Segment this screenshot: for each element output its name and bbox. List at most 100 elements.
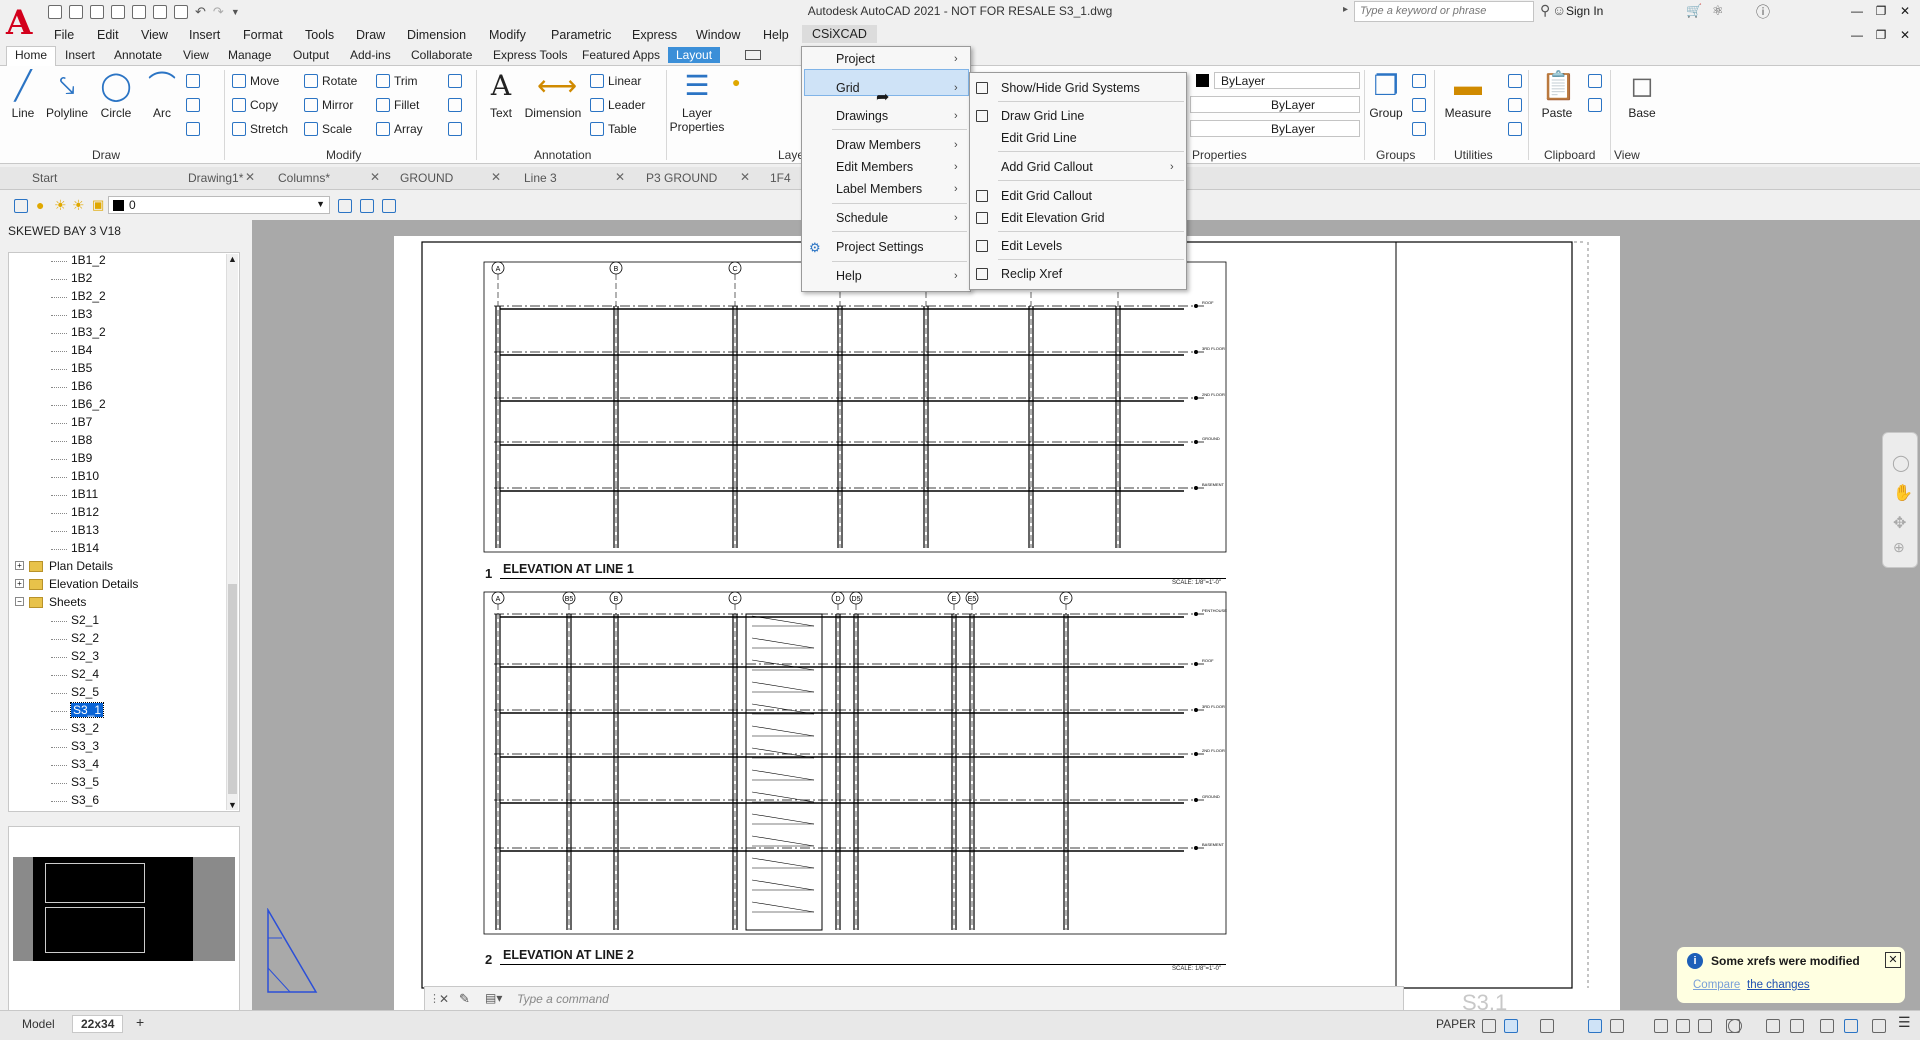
quick-select-tool[interactable] (1508, 74, 1522, 88)
tree-item[interactable]: 1B9 (71, 451, 92, 465)
customize-icon[interactable]: ✎ (459, 991, 470, 1007)
tree-sheet-item[interactable]: S2_4 (71, 667, 99, 681)
doc-restore-icon[interactable]: ❐ (1872, 28, 1890, 42)
pan-icon[interactable]: ✋ (1893, 483, 1913, 503)
menu-insert[interactable]: Insert (189, 28, 220, 42)
tree-item[interactable]: 1B8 (71, 433, 92, 447)
tab-output[interactable]: Output (293, 48, 329, 62)
tree-item[interactable]: 1B4 (71, 343, 92, 357)
move-button[interactable]: Move (232, 74, 279, 88)
tree-sheet-item[interactable]: S3_6 (71, 793, 99, 807)
menu-view[interactable]: View (141, 28, 168, 42)
xref-notification-icon[interactable] (1844, 1019, 1858, 1033)
tree-sheet-item[interactable]: S3_3 (71, 739, 99, 753)
tree-item[interactable]: 1B12 (71, 505, 99, 519)
autocad-logo-icon[interactable]: A (6, 4, 34, 42)
menu-parametric[interactable]: Parametric (551, 28, 611, 42)
changes-link[interactable]: the changes (1747, 979, 1810, 991)
draw-panel-title[interactable]: Draw (92, 148, 120, 162)
submenu-draw-grid-line[interactable]: Draw Grid Line (1001, 109, 1084, 123)
doc-tab-line3[interactable]: Line 3 (524, 171, 557, 185)
ortho-icon[interactable] (1540, 1019, 1554, 1033)
scale-button[interactable]: Scale (304, 122, 352, 136)
grid-display-icon[interactable] (1482, 1019, 1496, 1033)
rotate-button[interactable]: Rotate (304, 74, 357, 88)
tree-sheet-item[interactable]: S3_2 (71, 721, 99, 735)
sign-in-button[interactable]: Sign In (1566, 4, 1603, 18)
snap-mode-icon[interactable] (1504, 1019, 1518, 1033)
lineweight-dropdown[interactable]: ByLayer (1190, 120, 1360, 137)
tree-item[interactable]: 1B5 (71, 361, 92, 375)
tree-sheet-item[interactable]: S2_3 (71, 649, 99, 663)
array-button[interactable]: Array (376, 122, 423, 136)
tab-manage[interactable]: Manage (228, 48, 271, 62)
tree-item[interactable]: 1B10 (71, 469, 99, 483)
select-all-tool[interactable] (1508, 98, 1522, 112)
copy-button[interactable]: Copy (232, 98, 278, 112)
doc-tab-ground[interactable]: GROUND (400, 171, 453, 185)
annotation-scale-icon[interactable] (1676, 1019, 1690, 1033)
units-icon[interactable] (1790, 1019, 1804, 1033)
command-input[interactable]: Type a command (517, 992, 609, 1006)
tree-sheet-item[interactable]: S2_2 (71, 631, 99, 645)
close-icon[interactable]: ✕ (615, 170, 625, 184)
collapse-icon[interactable]: − (15, 597, 24, 606)
tree-item[interactable]: 1B11 (71, 487, 98, 501)
menu-draw[interactable]: Draw (356, 28, 385, 42)
layer-properties-button[interactable]: ☰ Layer Properties (668, 70, 726, 134)
submenu-add-grid-callout[interactable]: Add Grid Callout (1001, 160, 1093, 174)
tree-folder[interactable]: Plan Details (49, 559, 113, 573)
model-tab[interactable]: Model (22, 1017, 55, 1031)
tree-item[interactable]: 1B3_2 (71, 325, 106, 339)
tab-add-ins[interactable]: Add-ins (350, 48, 391, 62)
menu-file[interactable]: File (54, 28, 74, 42)
view-panel-title[interactable]: View (1614, 148, 1640, 162)
menu-csixcad[interactable]: CSiXCAD (802, 25, 877, 43)
tree-item[interactable]: 1B1_2 (71, 253, 106, 267)
tree-sheet-item[interactable]: S2_1 (71, 613, 99, 627)
menu-tools[interactable]: Tools (305, 28, 334, 42)
menu-item-schedule[interactable]: Schedule (836, 211, 888, 225)
close-icon[interactable]: ✕ (439, 992, 449, 1006)
submenu-edit-levels[interactable]: Edit Levels (1001, 239, 1062, 253)
close-icon[interactable]: ✕ (740, 170, 750, 184)
linetype-dropdown[interactable]: ByLayer (1190, 96, 1360, 113)
submenu-show-hide-grid[interactable]: Show/Hide Grid Systems (1001, 81, 1140, 95)
zoom-extents-icon[interactable]: ✥ (1893, 513, 1906, 533)
doc-minimize-icon[interactable]: — (1848, 28, 1866, 42)
doc-tab-p3-ground[interactable]: P3 GROUND (646, 171, 717, 185)
expand-icon[interactable]: + (15, 579, 24, 588)
offset-tool[interactable] (448, 122, 462, 136)
close-icon[interactable]: ✕ (245, 170, 255, 184)
boundary-tool[interactable] (186, 122, 200, 136)
ribbon-options-icon[interactable] (745, 50, 761, 60)
tab-layout[interactable]: Layout (668, 47, 721, 63)
menu-item-help[interactable]: Help (836, 269, 862, 283)
tree-item[interactable]: 1B2 (71, 271, 92, 285)
close-icon[interactable]: ✕ (491, 170, 501, 184)
clean-screen-icon[interactable] (1872, 1019, 1886, 1033)
minimize-icon[interactable]: — (1848, 4, 1866, 18)
tree-folder[interactable]: Elevation Details (49, 577, 138, 591)
base-view-button[interactable]: ◻ Base (1620, 70, 1664, 120)
tree-item[interactable]: 1B7 (71, 415, 92, 429)
menu-help[interactable]: Help (763, 28, 789, 42)
menu-dimension[interactable]: Dimension (407, 28, 466, 42)
submenu-edit-grid-line[interactable]: Edit Grid Line (1001, 131, 1077, 145)
layer-light-tool[interactable]: ● (732, 74, 740, 90)
command-line[interactable]: ⋮ ✕ ✎ ▤▾ Type a command (424, 986, 1404, 1012)
groups-panel-title[interactable]: Groups (1376, 148, 1415, 162)
close-icon[interactable]: ✕ (370, 170, 380, 184)
tree-item[interactable]: 1B13 (71, 523, 99, 537)
menu-item-edit-members[interactable]: Edit Members (836, 160, 913, 174)
layer-on-icon[interactable]: ● (36, 197, 44, 213)
layer-vp-freeze-icon[interactable]: ☀ (72, 197, 85, 214)
tree-item[interactable]: 1B3 (71, 307, 92, 321)
isolate-objects-icon[interactable] (1820, 1019, 1834, 1033)
exchange-icon[interactable]: ⚛ (1712, 3, 1724, 19)
explode-tool[interactable] (448, 98, 462, 112)
gear-icon[interactable] (1728, 1019, 1742, 1033)
dimension-button[interactable]: ⟷ Dimension (522, 70, 584, 120)
measure-button[interactable]: ▬ Measure (1440, 70, 1496, 120)
orbit-icon[interactable]: ⊕ (1893, 539, 1905, 556)
